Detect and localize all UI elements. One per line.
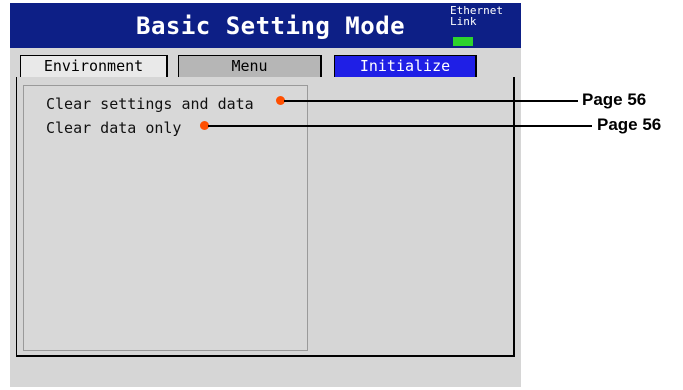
list-item-clear-data-only[interactable]: Clear data only [46, 119, 181, 137]
list-item-clear-settings-and-data[interactable]: Clear settings and data [46, 95, 254, 113]
screen-title: Basic Setting Mode [136, 12, 406, 40]
page-reference: Page 56 [597, 115, 662, 134]
page-reference: Page 56 [582, 90, 647, 109]
link-label: Link [450, 15, 477, 28]
title-bar: Basic Setting Mode Ethernet Link [10, 3, 521, 48]
link-indicator-icon [453, 37, 473, 46]
ethernet-status-label: Ethernet Link [450, 5, 503, 27]
tab-menu[interactable]: Menu [178, 55, 322, 77]
device-screen: Basic Setting Mode Ethernet Link Environ… [10, 3, 521, 387]
callout-leader-line [208, 125, 592, 127]
tab-environment[interactable]: Environment [20, 55, 168, 77]
tab-initialize[interactable]: Initialize [334, 55, 477, 77]
callout-leader-line [284, 100, 578, 102]
